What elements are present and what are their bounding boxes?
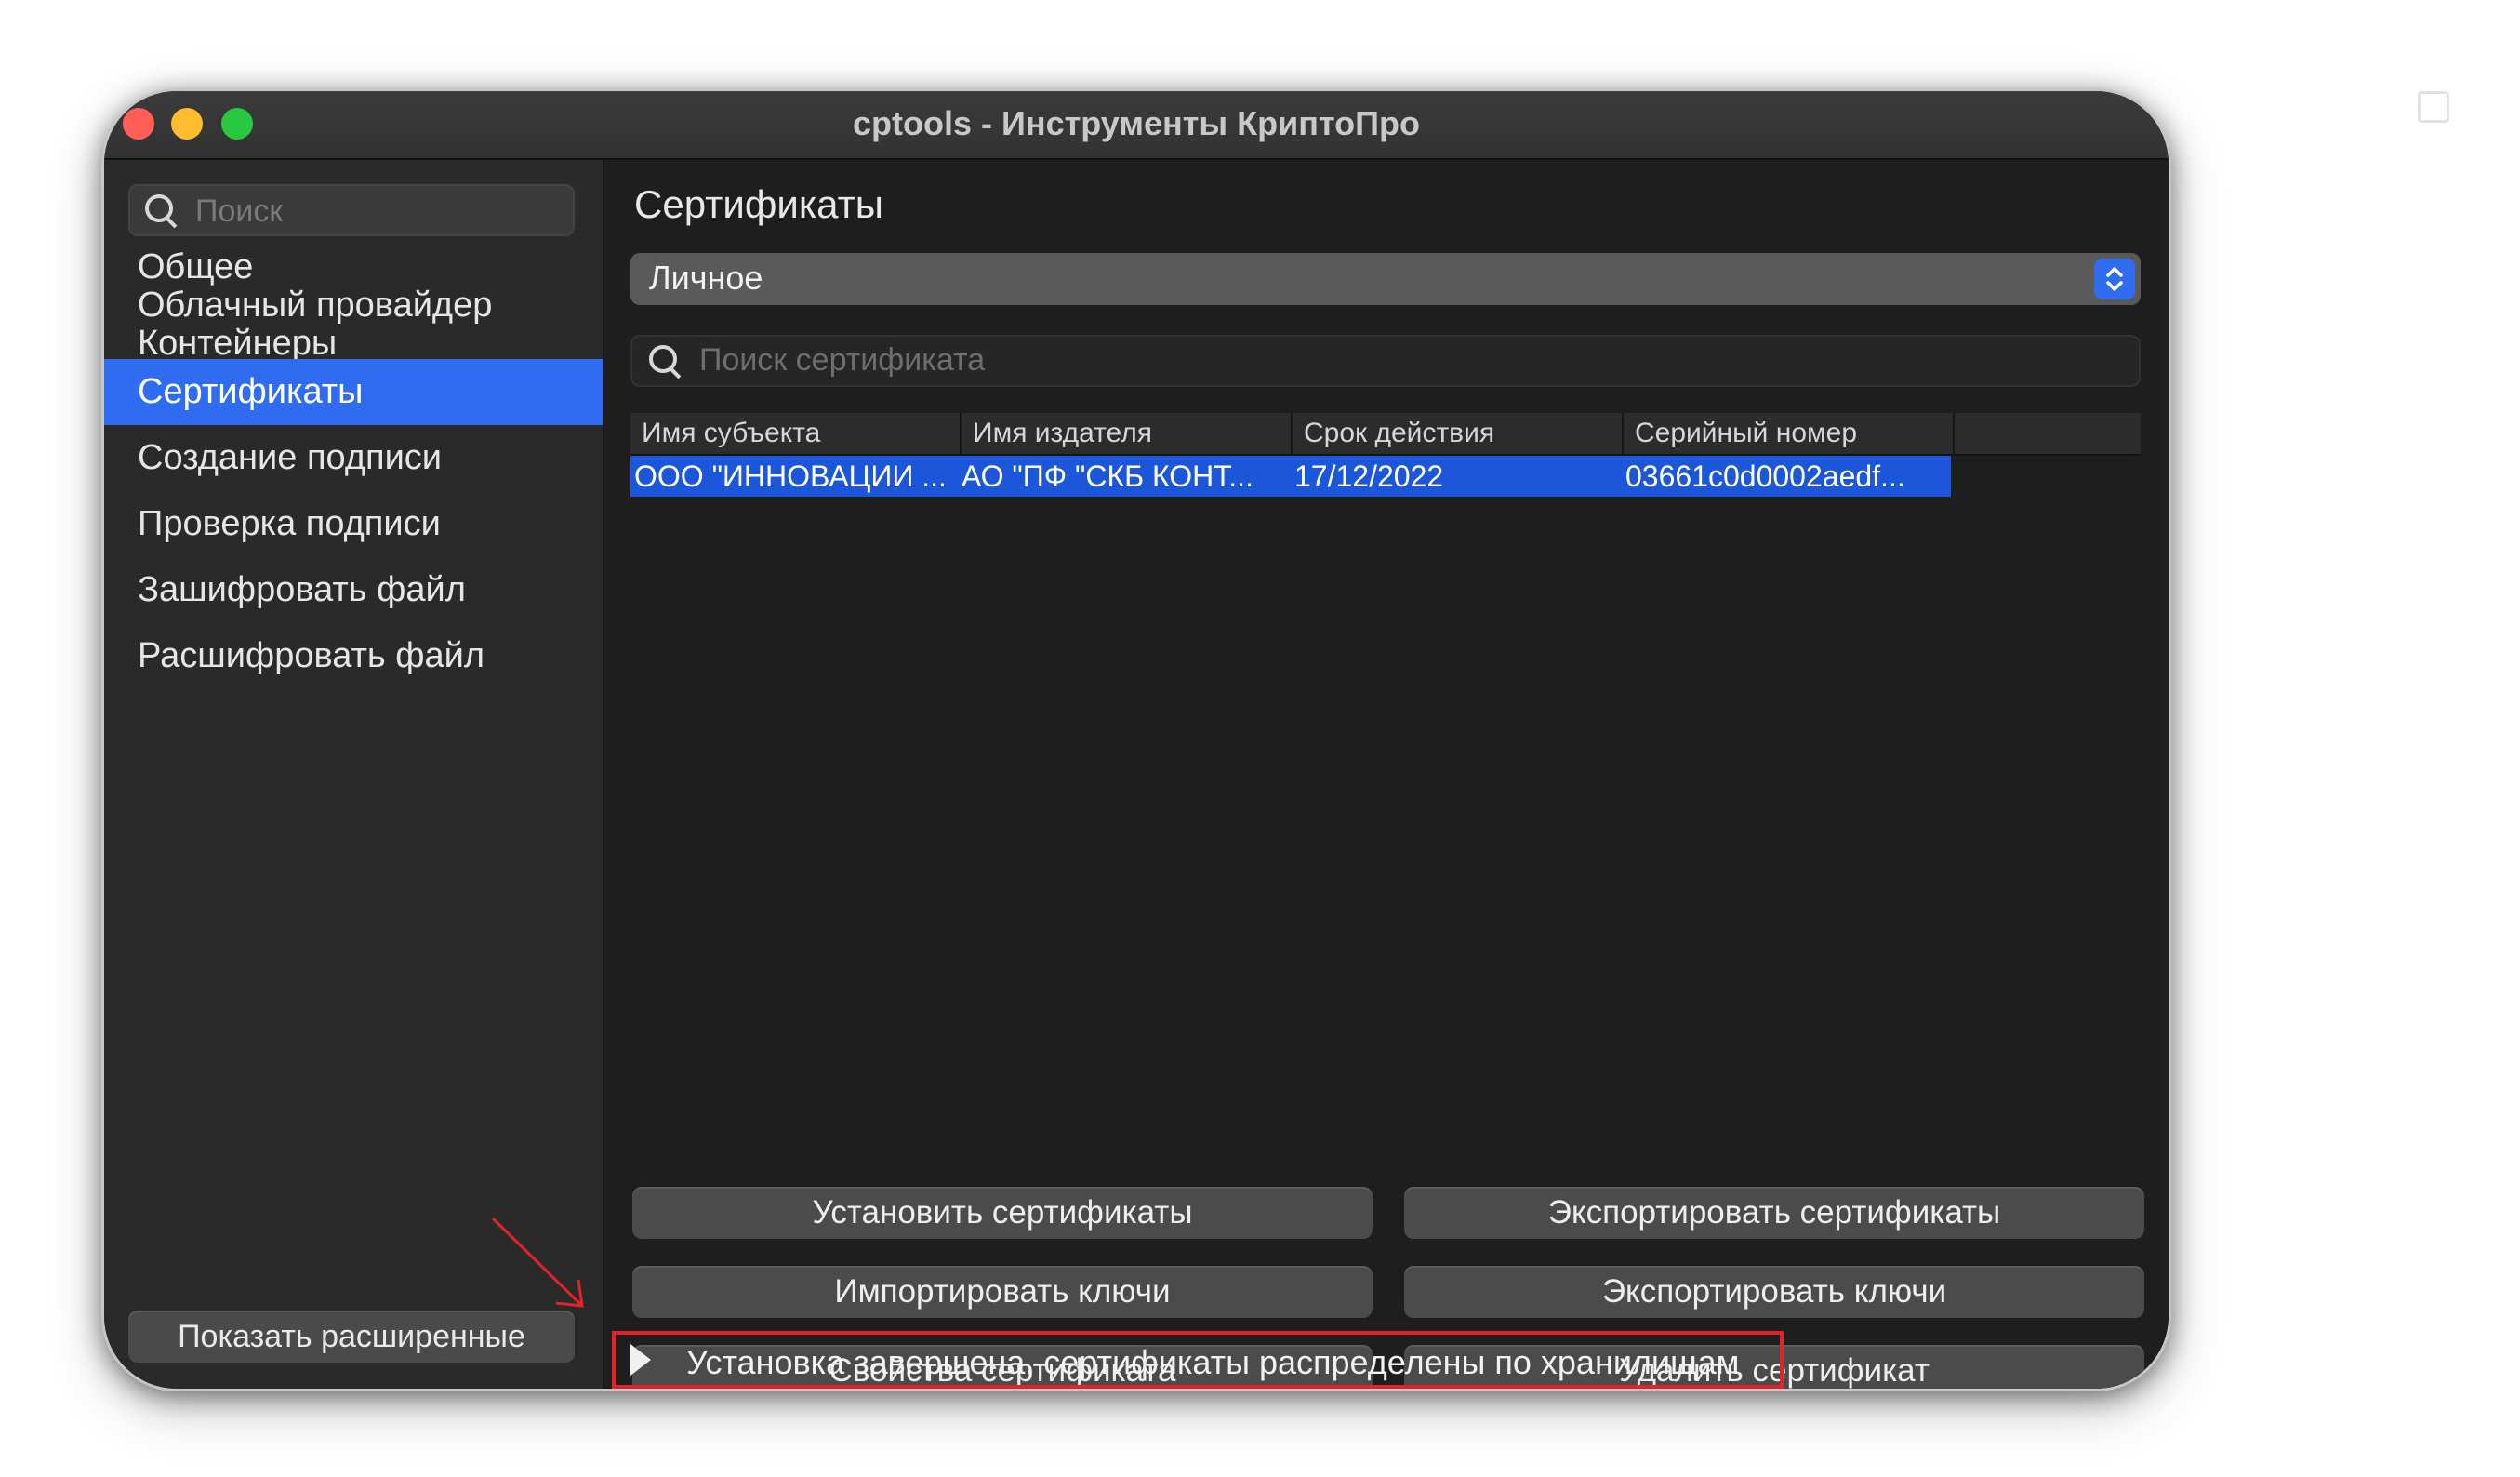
window-placeholder-square [2418, 91, 2449, 123]
annotation-arrow-icon [491, 1217, 584, 1308]
app-window: cptools - Инструменты КриптоПро Поиск Об… [104, 91, 2169, 1389]
